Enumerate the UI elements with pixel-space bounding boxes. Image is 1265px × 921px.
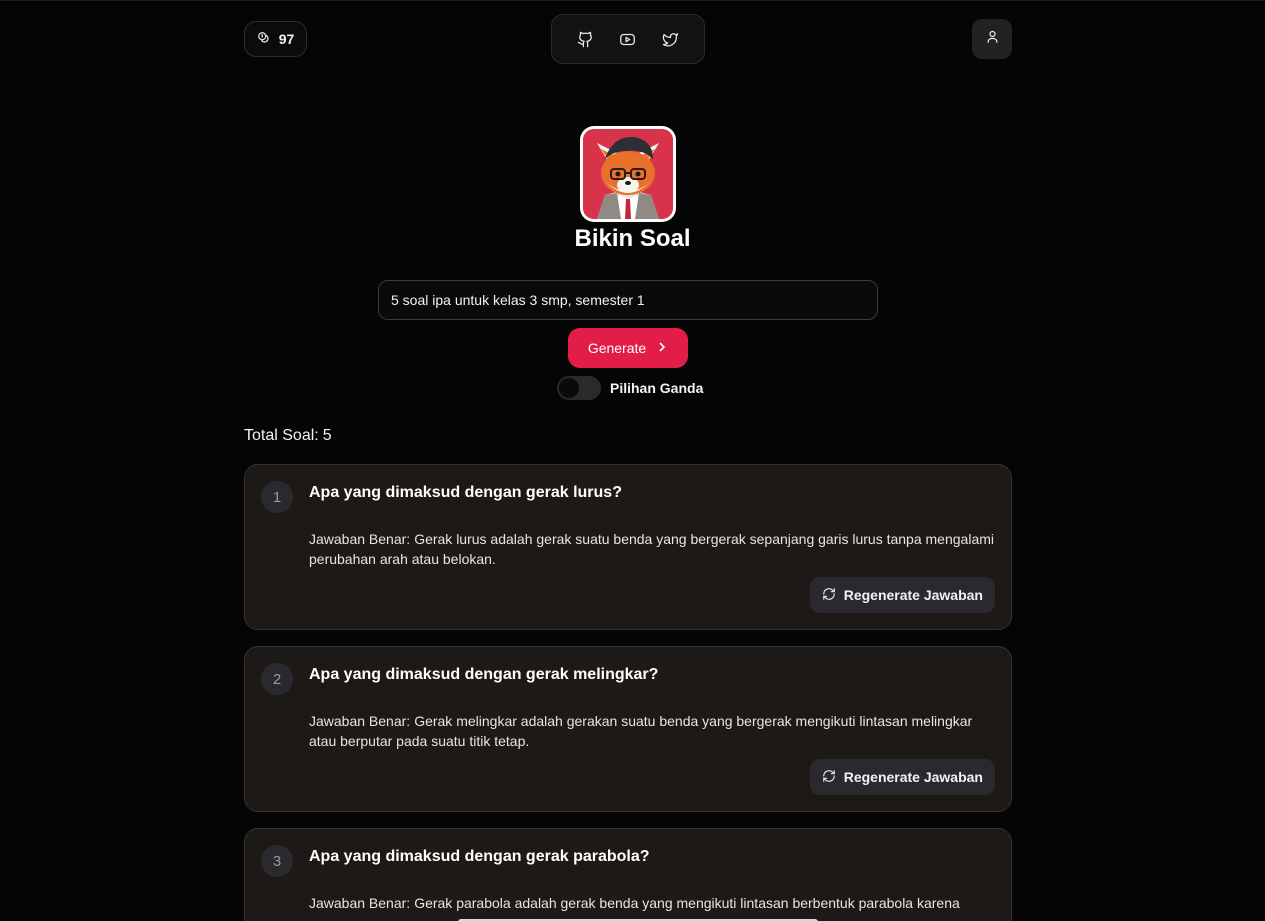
question-text: Apa yang dimaksud dengan gerak melingkar…	[309, 666, 659, 683]
app-logo	[580, 126, 676, 222]
regenerate-answer-button[interactable]: Regenerate Jawaban	[809, 577, 995, 613]
user-icon	[985, 29, 1000, 49]
generate-button[interactable]: Generate	[568, 328, 688, 368]
twitter-icon[interactable]	[661, 29, 681, 49]
question-card: 1 Apa yang dimaksud dengan gerak lurus? …	[244, 464, 1012, 630]
page: 97 Bikin Soal 5 soal ipa untuk kelas 3 s…	[0, 0, 1265, 921]
credits-count: 97	[278, 31, 295, 47]
generate-button-label: Generate	[587, 340, 647, 356]
answer-text: Jawaban Benar: Gerak lurus adalah gerak s…	[309, 529, 999, 569]
regenerate-label: Regenerate Jawaban	[843, 587, 983, 603]
total-questions: Total Soal: 5	[244, 427, 332, 445]
question-number: 1	[261, 481, 293, 513]
app-title: Bikin Soal	[574, 225, 691, 252]
answer-text: Jawaban Benar: Gerak melingkar adalah ger…	[309, 711, 999, 751]
answer-prefix: Jawaban Benar:	[309, 531, 411, 547]
multiple-choice-toggle-row: Pilihan Ganda	[557, 376, 703, 400]
answer-prefix: Jawaban Benar:	[309, 713, 411, 729]
regenerate-answer-button[interactable]: Regenerate Jawaban	[809, 759, 995, 795]
answer-prefix: Jawaban Benar:	[309, 895, 411, 911]
answer-text: Jawaban Benar: Gerak parabola adalah gera…	[309, 893, 999, 913]
multiple-choice-label: Pilihan Ganda	[610, 380, 704, 396]
credits-badge[interactable]: 97	[244, 21, 307, 57]
coins-icon	[257, 31, 271, 48]
regenerate-label: Regenerate Jawaban	[843, 769, 983, 785]
question-text: Apa yang dimaksud dengan gerak parabola?	[309, 848, 650, 865]
answer-body: Gerak parabola adalah gerak benda yang m…	[414, 895, 960, 911]
multiple-choice-toggle[interactable]	[557, 376, 601, 400]
question-card: 2 Apa yang dimaksud dengan gerak melingk…	[244, 646, 1012, 812]
github-icon[interactable]	[575, 29, 595, 49]
total-label: Total Soal:	[244, 427, 319, 444]
question-number: 2	[261, 663, 293, 695]
question-text: Apa yang dimaksud dengan gerak lurus?	[309, 484, 622, 501]
youtube-icon[interactable]	[618, 29, 638, 49]
refresh-icon	[822, 587, 836, 604]
prompt-input[interactable]	[378, 280, 878, 320]
total-count: 5	[322, 427, 332, 444]
answer-body: Gerak lurus adalah gerak suatu benda yan…	[309, 531, 994, 567]
chevron-right-icon	[656, 340, 668, 356]
user-menu-button[interactable]	[972, 19, 1012, 59]
fox-mascot-image	[583, 129, 673, 219]
refresh-icon	[822, 769, 836, 786]
social-links	[551, 14, 705, 64]
question-number: 3	[261, 845, 293, 877]
question-card: 3 Apa yang dimaksud dengan gerak parabol…	[244, 828, 1012, 921]
